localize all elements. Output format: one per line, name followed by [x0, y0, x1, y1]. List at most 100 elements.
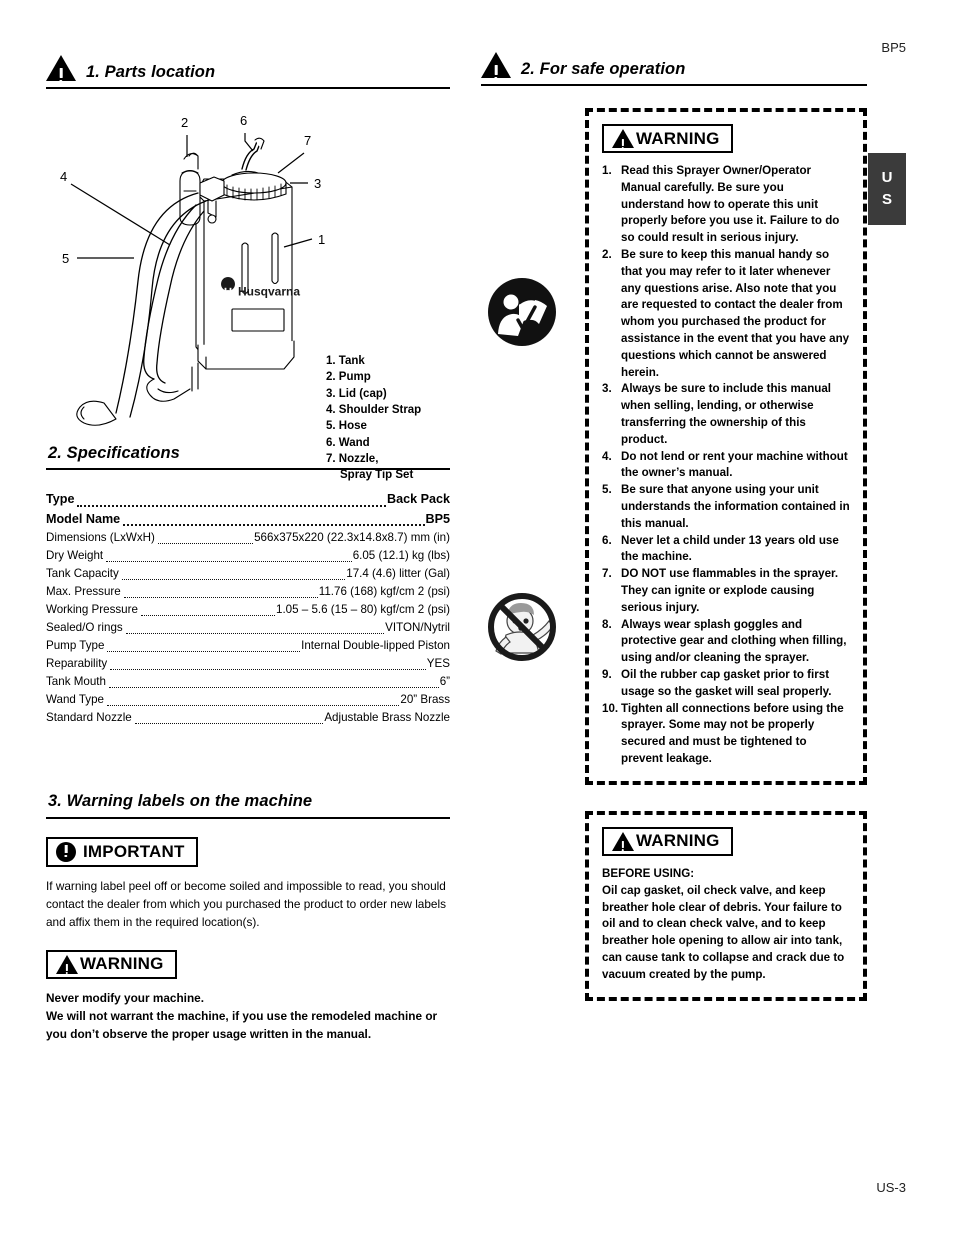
before-using-text: Oil cap gasket, oil check valve, and kee…: [602, 883, 845, 982]
exclamation-circle-icon: [56, 841, 76, 862]
list-item-number: 8.: [602, 617, 612, 631]
spec-row: Max. Pressure 11.76 (168) kgf/cm 2 (psi): [46, 583, 450, 601]
warning-badge: WARNING: [602, 826, 733, 856]
leader-dots: [140, 614, 275, 616]
list-item-number: 5.: [602, 483, 612, 497]
spec-row: Standard Nozzle Adjustable Brass Nozzle: [46, 709, 450, 727]
list-item-text: Tighten all connections before using the…: [621, 701, 844, 765]
spec-key: Dry Weight: [46, 549, 104, 562]
spec-row: Working Pressure 1.05 – 5.6 (15 – 80) kg…: [46, 601, 450, 619]
list-item-text: DO NOT use flammables in the sprayer. Th…: [621, 567, 839, 614]
callout-1: 1: [318, 232, 325, 247]
leader-dots: [106, 560, 352, 562]
spec-key: Tank Capacity: [46, 566, 119, 580]
list-item: 7. DO NOT use flammables in the sprayer.…: [602, 566, 850, 616]
leader-dots: [107, 650, 301, 652]
spec-key: Standard Nozzle: [46, 710, 132, 724]
leader-dots: [107, 704, 400, 706]
list-item-text: Do not lend or rent your machine without…: [621, 449, 848, 480]
page-header-code: BP5: [881, 40, 906, 55]
section-heading-specifications: 2. Specifications: [46, 440, 450, 470]
before-using-header: BEFORE USING:: [602, 866, 695, 880]
spec-row: Pump Type Internal Double-lipped Piston: [46, 637, 450, 655]
spec-key: Max. Pressure: [46, 584, 121, 598]
list-item-number: 7.: [602, 567, 612, 581]
leader-dots: [123, 524, 425, 527]
spec-value: BP5: [425, 511, 451, 526]
spec-key: Pump Type: [46, 638, 105, 652]
leader-dots: [77, 504, 386, 507]
important-paragraph: If warning label peel off or become soil…: [46, 878, 447, 930]
legend-item-1: 1. Tank: [326, 355, 365, 367]
spec-row: Wand Type 20” Brass: [46, 691, 450, 709]
page-footer-code: US-3: [876, 1180, 906, 1195]
spec-key: Model Name: [46, 511, 121, 526]
list-item-number: 1.: [602, 164, 612, 177]
spec-key: Dimensions (LxWxH): [46, 531, 155, 545]
spec-key: Sealed/O rings: [46, 620, 123, 634]
spec-value: 11.76 (168) kgf/cm 2 (psi): [318, 584, 450, 598]
never-modify-line: Never modify your machine.: [46, 990, 204, 1005]
warning-triangle-icon: [612, 129, 634, 148]
leader-dots: [121, 578, 346, 580]
leader-dots: [123, 596, 318, 598]
list-item-text: Never let a child under 13 years old use…: [621, 533, 839, 564]
specifications-table: Type Back Pack Model Name BP5 Dimensions…: [46, 490, 450, 727]
important-badge-row: IMPORTANT: [46, 836, 450, 867]
warning-badge-label: WARNING: [636, 831, 720, 851]
left-column: 1. Parts location Husqvarna 2 6 7 3 1 4 …: [46, 55, 450, 1043]
language-tab-us: U S: [868, 153, 906, 225]
safe-operation-body: WARNING 1. Read this Sprayer Owner/Opera…: [481, 108, 867, 1002]
spec-row: Reparability YES: [46, 655, 450, 673]
warning-badge: WARNING: [602, 124, 733, 153]
before-using-block: BEFORE USING: Oil cap gasket, oil check …: [602, 866, 850, 984]
spec-row: Model Name BP5: [46, 510, 450, 530]
list-item-text: Read this Sprayer Owner/Operator Manual …: [621, 164, 840, 245]
spec-row: Sealed/O rings VITON/Nytril: [46, 619, 450, 637]
callout-5: 5: [62, 251, 69, 266]
legend-item-3: 3. Lid (cap): [326, 387, 387, 400]
spec-value: 566x375x220 (22.3x14.8x8.7) mm (in): [254, 531, 450, 545]
list-item-number: 4.: [602, 449, 612, 463]
section-title-parts-location: 1. Parts location: [86, 62, 216, 81]
warning-triangle-icon: [46, 55, 76, 81]
warning-badge-label: WARNING: [636, 128, 720, 148]
leader-dots: [108, 686, 439, 688]
list-item-number: 6.: [602, 533, 612, 547]
list-item-text: Be sure that anyone using your unit unde…: [621, 483, 850, 530]
legend-item-5: 5. Hose: [326, 420, 367, 433]
list-item-text: Always be sure to include this manual wh…: [621, 382, 832, 446]
leader-dots: [110, 668, 426, 670]
list-item: 1. Read this Sprayer Owner/Operator Manu…: [602, 163, 850, 247]
spec-row: Type Back Pack: [46, 490, 450, 510]
spec-value: YES: [426, 656, 450, 670]
spec-value: 6”: [439, 674, 450, 688]
list-item-text: Oil the rubber cap gasket prior to first…: [621, 667, 832, 698]
spec-key: Reparability: [46, 656, 108, 670]
spec-key: Tank Mouth: [46, 674, 106, 688]
legend-item-4: 4. Shoulder Strap: [326, 403, 422, 416]
no-children-icon: [488, 593, 556, 661]
important-badge: IMPORTANT: [46, 836, 198, 867]
list-item: 10. Tighten all connections before using…: [602, 701, 850, 768]
warning-badge-row: WARNING: [46, 949, 450, 979]
warning-label-box-2: WARNING BEFORE USING: Oil cap gasket, oi…: [585, 810, 867, 1002]
section-heading-parts-location: 1. Parts location: [46, 55, 450, 89]
list-item-number: 2.: [602, 247, 612, 261]
spec-value: 17.4 (4.6) litter (Gal): [346, 566, 450, 580]
spec-row: Dimensions (LxWxH) 566x375x220 (22.3x14.…: [46, 529, 450, 547]
right-column: 2. For safe operation WARNING 1. Read th…: [481, 52, 867, 1002]
spec-row: Tank Capacity 17.4 (4.6) litter (Gal): [46, 565, 450, 583]
spec-value: VITON/Nytril: [385, 620, 450, 634]
warning-triangle-icon: [481, 52, 511, 78]
list-item: 3. Always be sure to include this manual…: [602, 381, 850, 448]
callout-6: 6: [240, 113, 247, 128]
section-title-warning-labels: 3. Warning labels on the machine: [48, 792, 313, 811]
spec-key: Type: [46, 492, 75, 506]
callout-4: 4: [60, 169, 67, 184]
list-item: 4. Do not lend or rent your machine with…: [602, 449, 850, 483]
list-item-number: 9.: [602, 667, 612, 681]
spec-row: Dry Weight 6.05 (12.1) kg (lbs): [46, 547, 450, 565]
spec-value: 20” Brass: [400, 692, 450, 706]
safe-operation-list: 1. Read this Sprayer Owner/Operator Manu…: [602, 163, 850, 768]
